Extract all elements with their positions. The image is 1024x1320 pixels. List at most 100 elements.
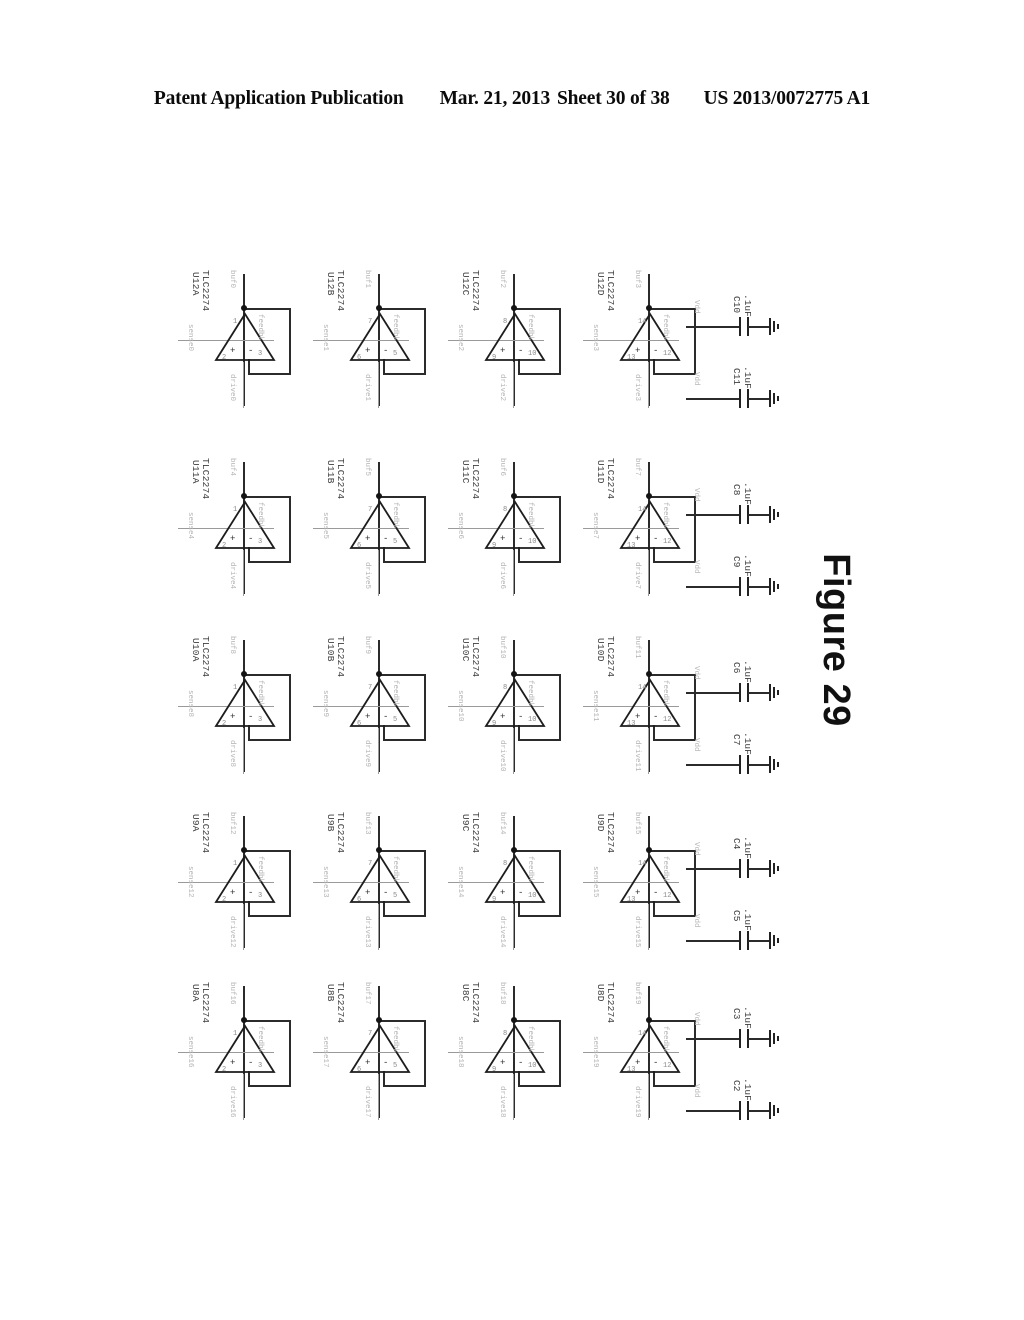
wire-feedback-right <box>424 850 426 916</box>
opamp-minus-sign: - <box>518 712 524 722</box>
wire-feedback-top <box>379 674 425 676</box>
capacitor-value-label: .1uF <box>742 366 753 389</box>
pin-number-output: 14 <box>638 684 647 692</box>
net-label-input: sense11 <box>591 690 599 722</box>
wire-feedback-right <box>289 850 291 916</box>
capacitor-block-c10: C10.1uF Vdd <box>686 290 796 364</box>
pin-number-output: 8 <box>503 684 508 692</box>
net-label-input: sense19 <box>591 1036 599 1068</box>
net-label-drive: drive10 <box>498 740 506 772</box>
wire-feedback-right <box>289 1020 291 1086</box>
net-label-output: buf9 <box>363 636 371 655</box>
opamp-block-u12c: U12C TLC2274 sense2 buf2 feedbk drive2 8 9 10 + - <box>448 262 576 414</box>
opamp-part-number-label: TLC2274 <box>335 636 346 678</box>
net-label-feedback: feedbk <box>661 314 669 342</box>
ground-bar-2 <box>773 321 775 332</box>
opamp-block-u9b: U9B TLC2274 sense13 buf13 feedbk drive13 7 6 5 + - <box>313 804 441 956</box>
capacitor-value-label: .1uF <box>742 660 753 683</box>
net-label-output: buf4 <box>228 458 236 477</box>
junction-dot <box>511 847 517 853</box>
net-label-feedback: feedbk <box>661 856 669 884</box>
net-label-feedback: feedbk <box>391 314 399 342</box>
opamp-block-u11a: U11A TLC2274 sense4 buf4 feedbk drive4 1 2 3 + - <box>178 450 306 602</box>
opamp-block-u12b: U12B TLC2274 sense1 buf1 feedbk drive1 7 6 5 + - <box>313 262 441 414</box>
net-label-drive: drive19 <box>633 1086 641 1118</box>
wire-feedback-top <box>514 850 560 852</box>
wire-output-stub <box>513 728 515 774</box>
opamp-minus-sign: - <box>518 888 524 898</box>
net-label-output: buf12 <box>228 812 236 835</box>
capacitor-value-label: .1uF <box>742 732 753 755</box>
pin-number-noninverting: 5 <box>393 538 398 546</box>
pin-number-output: 1 <box>233 506 238 514</box>
wire-feedback-bottom <box>383 1085 426 1087</box>
opamp-plus-sign: + <box>500 712 506 722</box>
opamp-minus-sign: - <box>383 346 389 356</box>
junction-dot <box>241 847 247 853</box>
wire-feedback-top <box>244 850 290 852</box>
net-label-feedback: feedbk <box>391 856 399 884</box>
capacitor-value-label: .1uF <box>742 294 753 317</box>
ground-bar-3 <box>777 1036 779 1041</box>
ground-bar-1 <box>769 390 771 407</box>
wire-to-ground <box>748 326 770 328</box>
capacitor-block-c4: C4.1uF Vdd <box>686 832 796 906</box>
ground-bar-3 <box>777 690 779 695</box>
pin-number-noninverting: 12 <box>663 716 672 724</box>
wire-feedback-right <box>289 496 291 562</box>
net-label-feedback: feedbk <box>661 502 669 530</box>
opamp-minus-sign: - <box>383 712 389 722</box>
ground-bar-2 <box>773 393 775 404</box>
net-label-input: sense5 <box>321 512 329 540</box>
junction-dot <box>646 671 652 677</box>
wire-feedback-bottom <box>383 373 426 375</box>
net-label-drive: drive13 <box>363 916 371 948</box>
wire-output-stub <box>648 550 650 596</box>
pin-number-output: 7 <box>368 860 373 868</box>
sheet-number: Sheet 30 of 38 <box>557 88 670 109</box>
capacitor-refdes-label: C3 <box>731 1008 742 1020</box>
capacitor-block-c11: C11.1uF Vdd <box>686 362 796 436</box>
wire-to-ground <box>748 692 770 694</box>
capacitor-refdes-label: C4 <box>731 838 742 850</box>
wire-output-stub <box>378 1074 380 1120</box>
ground-bar-1 <box>769 578 771 595</box>
capacitor-block-c2: C2.1uF Vdd <box>686 1074 796 1148</box>
wire-feedback-bottom <box>518 739 561 741</box>
wire-feedback-top <box>379 1020 425 1022</box>
net-label-output: buf11 <box>633 636 641 659</box>
wire-capacitor-net <box>686 514 740 516</box>
net-label-feedback: feedbk <box>391 1026 399 1054</box>
pin-number-noninverting: 12 <box>663 350 672 358</box>
pin-number-output: 14 <box>638 1030 647 1038</box>
net-label-output: buf8 <box>228 636 236 655</box>
wire-feedback-top <box>244 496 290 498</box>
opamp-minus-sign: - <box>248 346 254 356</box>
capacitor-refdes-label: C5 <box>731 910 742 922</box>
net-label-input: sense8 <box>186 690 194 718</box>
wire-to-ground <box>748 868 770 870</box>
page-header: Patent Application Publication Mar. 21, … <box>0 88 1024 110</box>
wire-output-stub <box>243 1074 245 1120</box>
opamp-part-number-label: TLC2274 <box>335 270 346 312</box>
ground-bar-3 <box>777 1108 779 1113</box>
opamp-minus-sign: - <box>248 888 254 898</box>
junction-dot <box>646 305 652 311</box>
opamp-plus-sign: + <box>230 534 236 544</box>
opamp-part-number-label: TLC2274 <box>335 812 346 854</box>
net-label-feedback: feedbk <box>526 856 534 884</box>
wire-feedback-bottom <box>248 1085 291 1087</box>
net-label-feedback: feedbk <box>526 1026 534 1054</box>
opamp-plus-sign: + <box>500 1058 506 1068</box>
net-label-input: sense9 <box>321 690 329 718</box>
pin-number-noninverting: 10 <box>528 350 537 358</box>
junction-dot <box>376 305 382 311</box>
net-label-output: buf10 <box>498 636 506 659</box>
pin-number-output: 1 <box>233 860 238 868</box>
opamp-plus-sign: + <box>365 534 371 544</box>
net-label-output: buf2 <box>498 270 506 289</box>
capacitor-refdes-label: C2 <box>731 1080 742 1092</box>
pin-number-output: 1 <box>233 684 238 692</box>
pin-number-inverting: 6 <box>357 1066 362 1074</box>
ground-bar-2 <box>773 1033 775 1044</box>
